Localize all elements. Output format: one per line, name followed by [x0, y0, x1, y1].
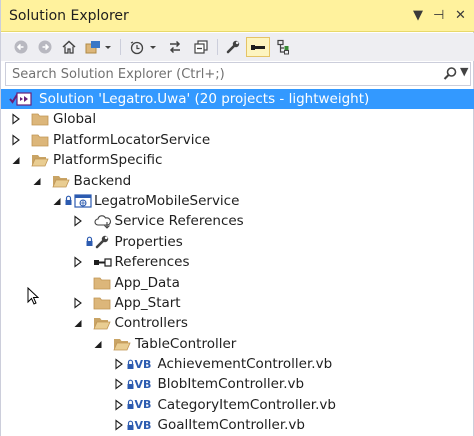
folder-icon	[31, 111, 49, 127]
lock-icon	[126, 417, 135, 433]
folder-open-icon	[113, 336, 131, 352]
references-icon	[93, 254, 113, 270]
tree-item[interactable]: Backend	[1, 171, 474, 191]
window-dropdown-icon[interactable]: ▼	[413, 8, 423, 23]
collapse-all-icon[interactable]	[191, 37, 211, 57]
solution-icon	[9, 91, 33, 107]
toolbar	[1, 33, 474, 61]
tree-item-label: PlatformLocatorService	[53, 131, 211, 148]
sync-icon[interactable]	[165, 37, 185, 57]
tree-item[interactable]: VB AchievementController.vb	[1, 354, 474, 374]
collapsed-arrow-icon[interactable]	[11, 113, 21, 125]
folder-icon	[93, 295, 111, 311]
tree-item[interactable]: Service References	[1, 211, 474, 231]
expanded-arrow-icon[interactable]	[32, 175, 42, 187]
service-references-icon	[93, 213, 113, 230]
collapsed-arrow-icon[interactable]	[11, 134, 21, 146]
collapsed-arrow-icon[interactable]	[73, 215, 83, 227]
tree-item-label: GoalItemController.vb	[157, 417, 306, 434]
tree-item-label: Controllers	[114, 315, 188, 332]
tree-item-label: AchievementController.vb	[157, 356, 333, 373]
toolbar-separator	[120, 39, 121, 55]
expanded-arrow-icon[interactable]	[11, 154, 21, 166]
history-icon[interactable]	[127, 37, 159, 57]
vb-file-icon: VB	[134, 357, 152, 371]
tree-item[interactable]: Controllers	[1, 313, 474, 333]
collapsed-arrow-icon[interactable]	[114, 419, 124, 431]
folder-open-icon	[51, 173, 70, 189]
tree-item[interactable]: References	[1, 252, 474, 272]
tree-item[interactable]: App_Data	[1, 273, 474, 293]
search-icon[interactable]	[442, 66, 458, 86]
window-title: Solution Explorer	[9, 8, 129, 24]
solution-explorer-panel: Solution Explorer ▼ ⊣ ✕ Search Solution …	[0, 0, 474, 436]
switch-views-icon[interactable]	[83, 37, 113, 57]
tree-item-label: Backend	[73, 172, 132, 189]
collapsed-arrow-icon[interactable]	[114, 399, 124, 411]
vb-file-icon: VB	[134, 377, 152, 391]
search-input[interactable]	[10, 65, 430, 83]
tree-item-label: App_Start	[114, 294, 181, 311]
title-bar[interactable]: Solution Explorer ▼ ⊣ ✕	[1, 0, 474, 32]
tree-item[interactable]: LegatroMobileService	[1, 191, 474, 211]
tree-item[interactable]: VB CategoryItemController.vb	[1, 395, 474, 415]
vb-file-icon: VB	[134, 418, 152, 432]
tree-item-label: TableController	[135, 335, 237, 352]
tree-item[interactable]: TableController	[1, 334, 474, 354]
folder-icon	[93, 275, 111, 291]
expanded-arrow-icon[interactable]	[93, 338, 103, 350]
close-icon[interactable]: ✕	[455, 8, 466, 23]
tree-item-label: LegatroMobileService	[94, 192, 240, 209]
lock-icon	[126, 356, 135, 372]
tree-item-label: Solution 'Legatro.Uwa' (20 projects - li…	[39, 91, 370, 107]
tree-item[interactable]: Solution 'Legatro.Uwa' (20 projects - li…	[1, 89, 474, 110]
tree-item[interactable]: Properties	[1, 232, 474, 252]
tree-item-label: Properties	[114, 233, 183, 250]
tree-item-label: Global	[53, 111, 97, 128]
folder-open-icon	[92, 315, 111, 331]
lock-icon	[85, 234, 94, 250]
folder-open-icon	[31, 152, 49, 168]
tree-item[interactable]: VB BlobItemController.vb	[1, 374, 474, 394]
forward-arrow-icon[interactable]	[35, 37, 55, 57]
mouse-cursor-icon	[27, 286, 40, 309]
show-all-files-icon[interactable]	[273, 37, 293, 57]
tree-item-label: PlatformSpecific	[53, 152, 163, 169]
vb-file-icon: VB	[134, 398, 152, 412]
web-project-icon	[73, 193, 93, 209]
tree-item[interactable]: App_Start	[1, 293, 474, 313]
wrench-icon	[94, 234, 110, 250]
lock-icon	[64, 193, 73, 209]
tree-item[interactable]: PlatformLocatorService	[1, 130, 474, 150]
tree-item-label: BlobItemController.vb	[157, 376, 305, 393]
toolbar-separator	[217, 39, 218, 55]
folder-icon	[31, 132, 49, 148]
preview-selected-icon[interactable]	[246, 37, 270, 57]
tree-item-label: References	[114, 254, 190, 271]
expanded-arrow-icon[interactable]	[73, 317, 83, 329]
tree-item[interactable]: Global	[1, 109, 474, 129]
collapsed-arrow-icon[interactable]	[114, 378, 124, 391]
properties-wrench-icon[interactable]	[223, 37, 243, 57]
tree-item-label: Service References	[114, 213, 244, 230]
expanded-arrow-icon[interactable]	[52, 195, 62, 207]
back-arrow-icon[interactable]	[11, 37, 31, 57]
search-box[interactable]: ▼	[5, 62, 471, 86]
solution-tree: Solution 'Legatro.Uwa' (20 projects - li…	[1, 89, 474, 436]
tree-item-label: CategoryItemController.vb	[157, 396, 336, 413]
pin-icon[interactable]: ⊣	[433, 8, 444, 23]
lock-icon	[126, 376, 135, 392]
tree-item-label: App_Data	[114, 274, 180, 291]
lock-icon	[126, 397, 135, 413]
tree-item[interactable]: PlatformSpecific	[1, 150, 474, 170]
collapsed-arrow-icon[interactable]	[73, 297, 83, 309]
tree-item[interactable]: VB GoalItemController.vb	[1, 415, 474, 435]
collapsed-arrow-icon[interactable]	[114, 358, 124, 370]
collapsed-arrow-icon[interactable]	[73, 256, 83, 268]
search-options-dropdown-icon[interactable]: ▼	[460, 65, 468, 78]
home-icon[interactable]	[59, 37, 79, 57]
